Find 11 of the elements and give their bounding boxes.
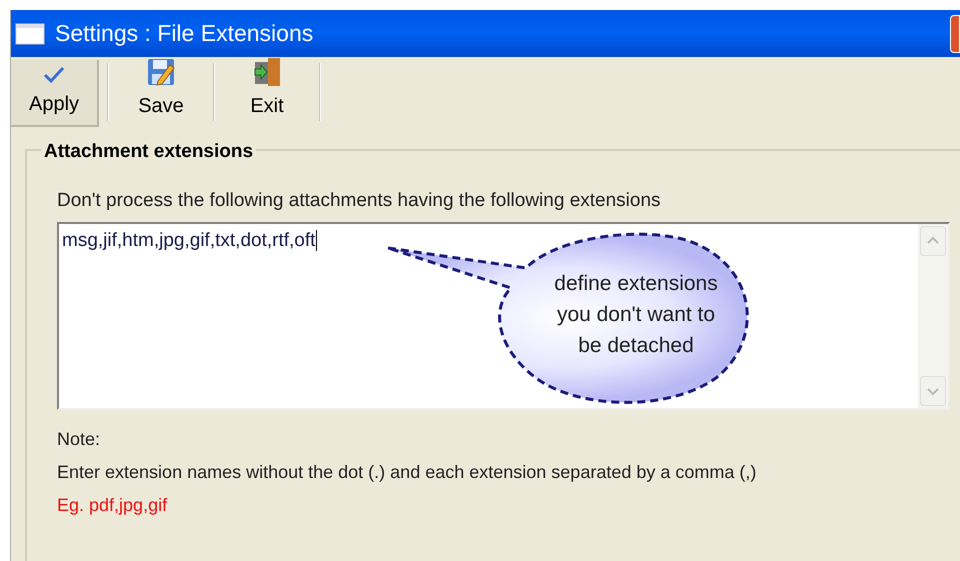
- field-value: msg,jif,htm,jpg,gif,txt,dot,rtf,oft: [62, 230, 318, 250]
- window-title: Settings : File Extensions: [55, 19, 314, 48]
- note-text: Enter extension names without the dot (.) and each extension separated by a comma (,): [57, 460, 758, 484]
- toolbar-button[interactable]: Exit: [223, 57, 311, 127]
- instruction-text: Don't process the following attachments having the following extensions: [57, 189, 662, 213]
- extensions-field[interactable]: msg,jif,htm,jpg,gif,txt,dot,rtf,oft define extensions you don't want to be detached: [57, 222, 950, 410]
- toolbar-button[interactable]: Save: [117, 57, 205, 127]
- note-label: Note:: [57, 428, 102, 450]
- example-text: Eg. pdf,jpg,gif: [57, 494, 168, 517]
- callout-text: define extensions you don't want to be detached: [553, 270, 719, 358]
- toolbar-button[interactable]: Apply: [11, 60, 99, 127]
